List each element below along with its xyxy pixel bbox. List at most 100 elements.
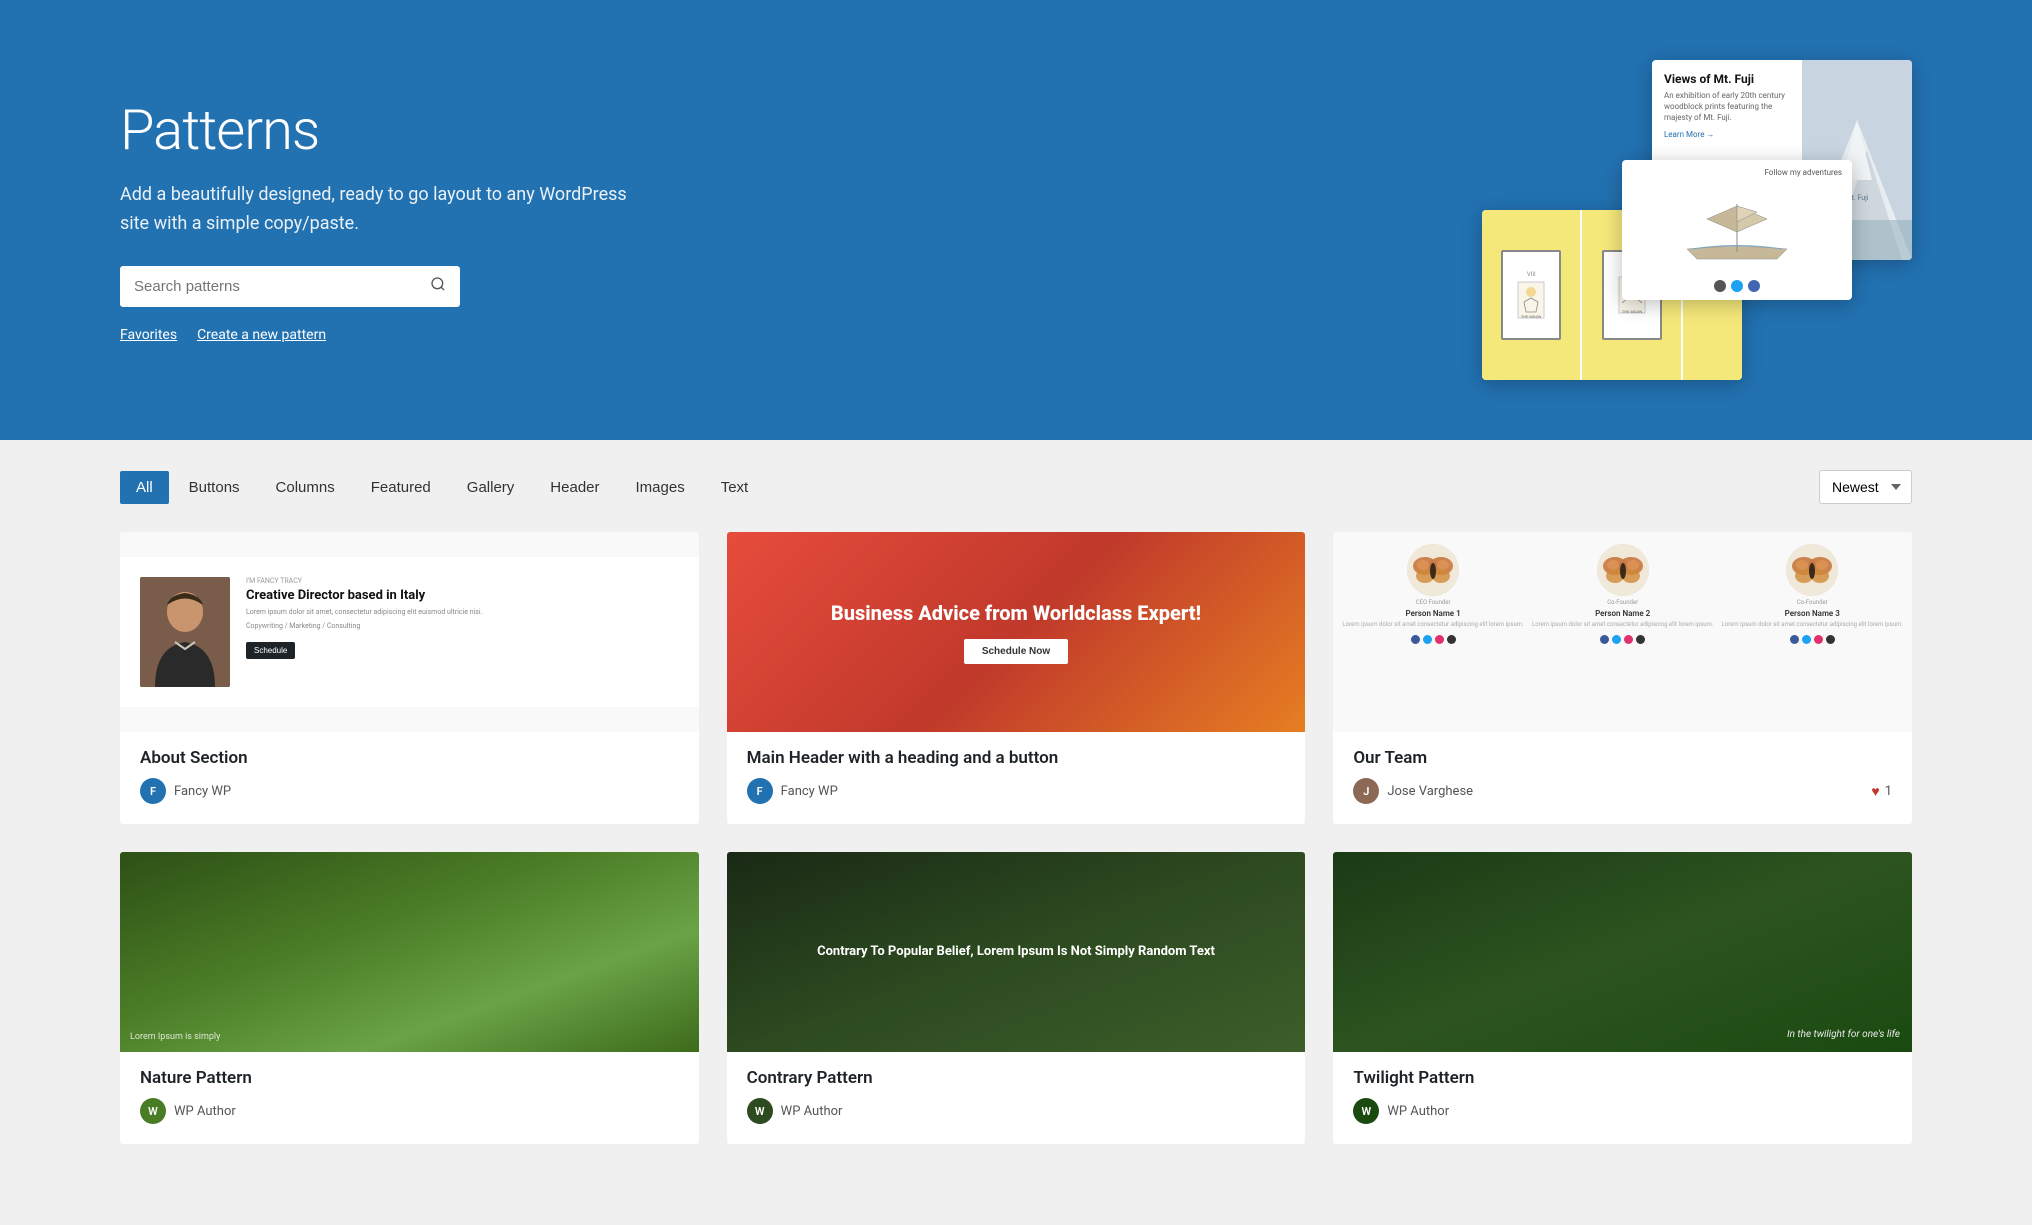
pattern-info-about: About Section F Fancy WP: [120, 732, 699, 824]
favorites-link[interactable]: Favorites: [120, 327, 177, 343]
sort-select[interactable]: Newest Oldest Popular: [1819, 470, 1912, 504]
pattern-name-twilight: Twilight Pattern: [1353, 1068, 1892, 1088]
heart-icon: ♥: [1871, 783, 1879, 800]
social-facebook-3: [1790, 635, 1799, 644]
filter-tab-text[interactable]: Text: [705, 471, 765, 504]
header-preview-title: Business Advice from Worldclass Expert!: [831, 601, 1201, 625]
filter-tab-images[interactable]: Images: [620, 471, 701, 504]
about-label: I'M FANCY TRACY: [246, 577, 679, 585]
filter-tab-gallery[interactable]: Gallery: [451, 471, 531, 504]
collage-follow-text: Follow my adventures: [1622, 160, 1852, 181]
hero-links: Favorites Create a new pattern: [120, 327, 640, 343]
team-avatar-2: [1597, 544, 1649, 596]
author-avatar-about: F: [140, 778, 166, 804]
pattern-card-about[interactable]: I'M FANCY TRACY Creative Director based …: [120, 532, 699, 824]
search-button[interactable]: [416, 266, 460, 307]
filter-tab-all[interactable]: All: [120, 471, 169, 504]
team-member-2: Co-Founder Person Name 2 Lorem ipsum dol…: [1531, 544, 1715, 644]
filter-tab-columns[interactable]: Columns: [260, 471, 351, 504]
author-avatar-header: F: [747, 778, 773, 804]
collage-card-ship: Follow my adventures: [1622, 160, 1852, 300]
author-name-about: Fancy WP: [174, 784, 231, 799]
author-name-team: Jose Varghese: [1387, 784, 1473, 799]
header-preview-cta[interactable]: Schedule Now: [964, 639, 1068, 664]
social-instagram-2: [1624, 635, 1633, 644]
pattern-card-contrary[interactable]: Contrary To Popular Belief, Lorem Ipsum …: [727, 852, 1306, 1144]
pattern-name-nature: Nature Pattern: [140, 1068, 679, 1088]
pattern-name-about: About Section: [140, 748, 679, 768]
filter-bar: All Buttons Columns Featured Gallery Hea…: [120, 470, 1912, 504]
social-other-2: [1636, 635, 1645, 644]
pattern-name-header: Main Header with a heading and a button: [747, 748, 1286, 768]
social-facebook-1: [1411, 635, 1420, 644]
hero-collage: Views of Mt. Fuji An exhibition of early…: [1482, 60, 1912, 380]
pattern-preview-twilight: In the twilight for one's life: [1333, 852, 1912, 1052]
author-avatar-nature: W: [140, 1098, 166, 1124]
pattern-card-header[interactable]: Business Advice from Worldclass Expert! …: [727, 532, 1306, 824]
author-avatar-twilight: W: [1353, 1098, 1379, 1124]
social-other-3: [1826, 635, 1835, 644]
author-name-contrary: WP Author: [781, 1104, 843, 1119]
team-desc-2: Lorem ipsum dolor sit amet consectetur a…: [1532, 621, 1713, 629]
team-role-2: Co-Founder: [1607, 599, 1638, 606]
collage-fuji-link: Learn More →: [1664, 130, 1790, 139]
team-social-2: [1600, 635, 1645, 644]
patterns-grid: I'M FANCY TRACY Creative Director based …: [120, 532, 1912, 1144]
team-name-2: Person Name 2: [1595, 609, 1650, 618]
nature-text: Lorem Ipsum is simply: [130, 1032, 220, 1042]
team-social-3: [1790, 635, 1835, 644]
pattern-preview-team: CEO Founder Person Name 1 Lorem ipsum do…: [1333, 532, 1912, 732]
pattern-card-nature[interactable]: Lorem Ipsum is simply Nature Pattern W W…: [120, 852, 699, 1144]
social-twitter-3: [1802, 635, 1811, 644]
create-pattern-link[interactable]: Create a new pattern: [197, 327, 326, 343]
team-desc-3: Lorem ipsum dolor sit amet consectetur a…: [1722, 621, 1903, 629]
about-schedule-button[interactable]: Schedule: [246, 642, 295, 659]
pattern-card-team[interactable]: CEO Founder Person Name 1 Lorem ipsum do…: [1333, 532, 1912, 824]
team-role-1: CEO Founder: [1416, 599, 1451, 606]
svg-text:THE MOON: THE MOON: [1622, 309, 1643, 314]
hero-section: Patterns Add a beautifully designed, rea…: [0, 0, 2032, 440]
about-preview-inner: I'M FANCY TRACY Creative Director based …: [120, 557, 699, 707]
social-instagram-1: [1435, 635, 1444, 644]
likes-count: 1: [1885, 784, 1892, 799]
about-desc: Lorem ipsum dolor sit amet, consectetur …: [246, 608, 679, 618]
twilight-text: In the twilight for one's life: [1787, 1029, 1900, 1040]
social-facebook-2: [1600, 635, 1609, 644]
hero-subtitle: Add a beautifully designed, ready to go …: [120, 181, 640, 239]
filter-tabs: All Buttons Columns Featured Gallery Hea…: [120, 471, 764, 504]
social-instagram-3: [1814, 635, 1823, 644]
pattern-author-contrary: W WP Author: [747, 1098, 1286, 1124]
social-other-1: [1447, 635, 1456, 644]
team-desc-1: Lorem ipsum dolor sit amet consectetur a…: [1342, 621, 1523, 629]
author-name-header: Fancy WP: [781, 784, 838, 799]
filter-tab-buttons[interactable]: Buttons: [173, 471, 256, 504]
pattern-preview-header: Business Advice from Worldclass Expert! …: [727, 532, 1306, 732]
contrary-text: Contrary To Popular Belief, Lorem Ipsum …: [817, 944, 1215, 961]
filter-tab-featured[interactable]: Featured: [355, 471, 447, 504]
twilight-preview-inner: In the twilight for one's life: [1333, 852, 1912, 1052]
team-member-3: Co-Founder Person Name 3 Lorem ipsum dol…: [1720, 544, 1904, 644]
pattern-preview-about: I'M FANCY TRACY Creative Director based …: [120, 532, 699, 732]
author-name-twilight: WP Author: [1387, 1104, 1449, 1119]
pattern-author-twilight: W WP Author: [1353, 1098, 1892, 1124]
search-input[interactable]: [120, 268, 416, 305]
filter-tab-header[interactable]: Header: [534, 471, 615, 504]
svg-text:THE MOON: THE MOON: [1521, 314, 1542, 319]
main-content: All Buttons Columns Featured Gallery Hea…: [0, 440, 2032, 1174]
nature-preview-inner: Lorem Ipsum is simply: [120, 852, 699, 1052]
pattern-name-contrary: Contrary Pattern: [747, 1068, 1286, 1088]
social-twitter-1: [1423, 635, 1432, 644]
header-preview-inner: Business Advice from Worldclass Expert! …: [727, 532, 1306, 732]
search-icon: [430, 276, 446, 292]
sort-wrapper: Newest Oldest Popular: [1819, 470, 1912, 504]
collage-fuji-title: Views of Mt. Fuji: [1664, 72, 1790, 86]
pattern-info-twilight: Twilight Pattern W WP Author: [1333, 1052, 1912, 1144]
search-bar[interactable]: [120, 266, 460, 307]
pattern-name-team: Our Team: [1353, 748, 1892, 768]
pattern-card-twilight[interactable]: In the twilight for one's life Twilight …: [1333, 852, 1912, 1144]
collage-tarot-card: VIII THE MOON: [1482, 210, 1580, 380]
team-role-3: Co-Founder: [1797, 599, 1828, 606]
author-avatar-team: J: [1353, 778, 1379, 804]
social-twitter-2: [1612, 635, 1621, 644]
contrary-preview-inner: Contrary To Popular Belief, Lorem Ipsum …: [727, 852, 1306, 1052]
